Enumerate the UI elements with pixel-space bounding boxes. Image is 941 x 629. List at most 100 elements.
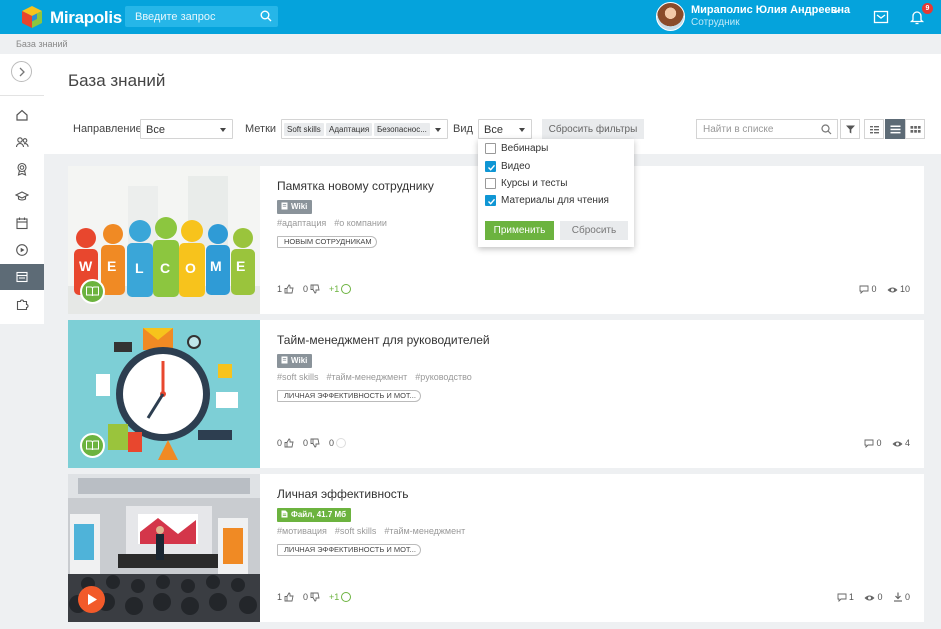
card-label-chip[interactable]: НОВЫМ СОТРУДНИКАМ <box>277 236 377 248</box>
rail-item-home[interactable] <box>0 102 44 128</box>
type-badge: Wiki <box>277 354 313 368</box>
inbox-icon[interactable] <box>873 9 889 25</box>
filter-button[interactable] <box>840 119 860 139</box>
checkbox-checked[interactable] <box>485 161 496 172</box>
card-title[interactable]: Личная эффективность <box>277 487 409 501</box>
comments-count[interactable]: 0 <box>859 284 877 295</box>
clear-button[interactable]: Сбросить <box>560 221 628 240</box>
rating-ring-icon <box>341 592 352 602</box>
rail-item-knowledge-base[interactable] <box>0 264 44 290</box>
rating-value: +1 <box>329 592 340 602</box>
rail-item-awards[interactable] <box>0 156 44 182</box>
rail-item-people[interactable] <box>0 129 44 155</box>
likes-count[interactable]: 0 <box>277 438 294 448</box>
page-title: База знаний <box>68 71 166 90</box>
card-tags: #soft skills #тайм-менеджмент #руководство <box>277 372 480 382</box>
comments-count[interactable]: 1 <box>837 592 854 603</box>
welcome-letter: W <box>79 258 93 274</box>
rail-item-media[interactable] <box>0 237 44 263</box>
rail-item-learning[interactable] <box>0 183 44 209</box>
tag-link[interactable]: #адаптация <box>277 218 326 228</box>
views-count: 10 <box>887 284 910 294</box>
tag-link[interactable]: #о компании <box>334 218 387 228</box>
search-icon[interactable] <box>260 10 272 22</box>
thumbs-down-icon <box>310 284 320 294</box>
play-icon <box>88 594 97 605</box>
card-thumbnail[interactable]: W E L C O M E <box>68 166 260 314</box>
likes-count[interactable]: 1 <box>277 284 294 294</box>
tag-link[interactable]: #soft skills <box>277 372 319 382</box>
video-play-button[interactable] <box>78 586 105 613</box>
views-count: 0 <box>864 592 882 602</box>
card-label-chip[interactable]: ЛИЧНАЯ ЭФФЕКТИВНОСТЬ И МОТ... <box>277 544 421 556</box>
checkbox-unchecked[interactable] <box>485 178 496 189</box>
list-search-input[interactable] <box>697 120 817 138</box>
people-icon <box>15 137 29 148</box>
tag-link[interactable]: #тайм-менеджмент <box>327 372 408 382</box>
tag-link[interactable]: #руководство <box>415 372 472 382</box>
reset-filters-button[interactable]: Сбросить фильтры <box>542 119 644 139</box>
type-badge-label: Wiki <box>291 202 308 211</box>
tags-filter-select[interactable]: Soft skills Адаптация Безопаснос... <box>281 119 448 139</box>
rail-item-calendar[interactable] <box>0 210 44 236</box>
option-label: Курсы и тесты <box>501 178 568 189</box>
tag-link[interactable]: #soft skills <box>335 526 377 536</box>
knowledge-card[interactable]: Тайм-менеджмент для руководителей Wiki #… <box>68 320 924 468</box>
rail-item-extensions[interactable] <box>0 291 44 317</box>
view-filter-dropdown: Вебинары Видео Курсы и тесты Материалы д… <box>478 139 634 247</box>
dislikes-value: 0 <box>303 284 309 294</box>
card-title[interactable]: Тайм-менеджмент для руководителей <box>277 333 490 347</box>
view-grid-button[interactable] <box>905 119 925 139</box>
views-count: 4 <box>892 438 910 448</box>
eye-icon <box>887 287 898 293</box>
user-avatar[interactable] <box>656 2 685 31</box>
card-tags: #адаптация #о компании <box>277 218 395 228</box>
user-name[interactable]: Мираполис Юлия Андреевна <box>691 4 850 16</box>
mirapolis-logo-icon[interactable] <box>20 5 44 29</box>
tag-link[interactable]: #тайм-менеджмент <box>384 526 465 536</box>
document-icon <box>281 202 288 210</box>
tag-link[interactable]: #мотивация <box>277 526 327 536</box>
list-icon <box>890 125 901 134</box>
breadcrumb[interactable]: База знаний <box>16 39 68 49</box>
view-list-button[interactable] <box>885 119 905 139</box>
comment-icon <box>860 285 869 295</box>
comments-count[interactable]: 0 <box>864 438 882 449</box>
card-thumbnail[interactable] <box>68 320 260 468</box>
direction-filter-value: Все <box>146 124 165 136</box>
direction-filter-select[interactable]: Все <box>140 119 233 139</box>
card-label-chip[interactable]: ЛИЧНАЯ ЭФФЕКТИВНОСТЬ И МОТ... <box>277 390 421 402</box>
reading-material-type-indicator <box>80 279 105 304</box>
comments-value: 0 <box>876 438 882 448</box>
comments-value: 0 <box>871 284 877 294</box>
welcome-letter: O <box>185 260 196 276</box>
card-title[interactable]: Памятка новому сотруднику <box>277 179 434 193</box>
tag-chip: Soft skills <box>284 123 324 136</box>
rating-score: +1 <box>329 592 352 602</box>
search-icon[interactable] <box>821 124 832 135</box>
chevron-down-icon[interactable] <box>832 7 840 15</box>
knowledge-card[interactable]: Личная эффективность Файл, 41.7 Мб #моти… <box>68 474 924 622</box>
card-thumbnail[interactable] <box>68 474 260 622</box>
checkbox-unchecked[interactable] <box>485 143 496 154</box>
dislikes-count[interactable]: 0 <box>303 438 320 448</box>
global-search-input[interactable] <box>125 6 255 27</box>
downloads-count[interactable]: 0 <box>893 592 910 602</box>
rating-ring-icon <box>341 284 352 294</box>
rail-toggle-button[interactable] <box>11 61 32 82</box>
view-filter-select[interactable]: Все <box>478 119 532 139</box>
welcome-letter: M <box>210 258 222 274</box>
left-rail <box>0 54 44 324</box>
checkbox-checked[interactable] <box>485 195 496 206</box>
dislikes-count[interactable]: 0 <box>303 592 320 602</box>
dislikes-count[interactable]: 0 <box>303 284 320 294</box>
view-compact-list-button[interactable] <box>864 119 884 139</box>
file-icon <box>281 510 288 518</box>
download-icon <box>893 592 902 602</box>
thumbs-down-icon <box>310 592 320 602</box>
calendar-icon <box>16 217 28 230</box>
comment-icon <box>837 593 847 603</box>
likes-count[interactable]: 1 <box>277 592 294 602</box>
downloads-value: 0 <box>904 592 910 602</box>
apply-button[interactable]: Применить <box>485 221 554 240</box>
